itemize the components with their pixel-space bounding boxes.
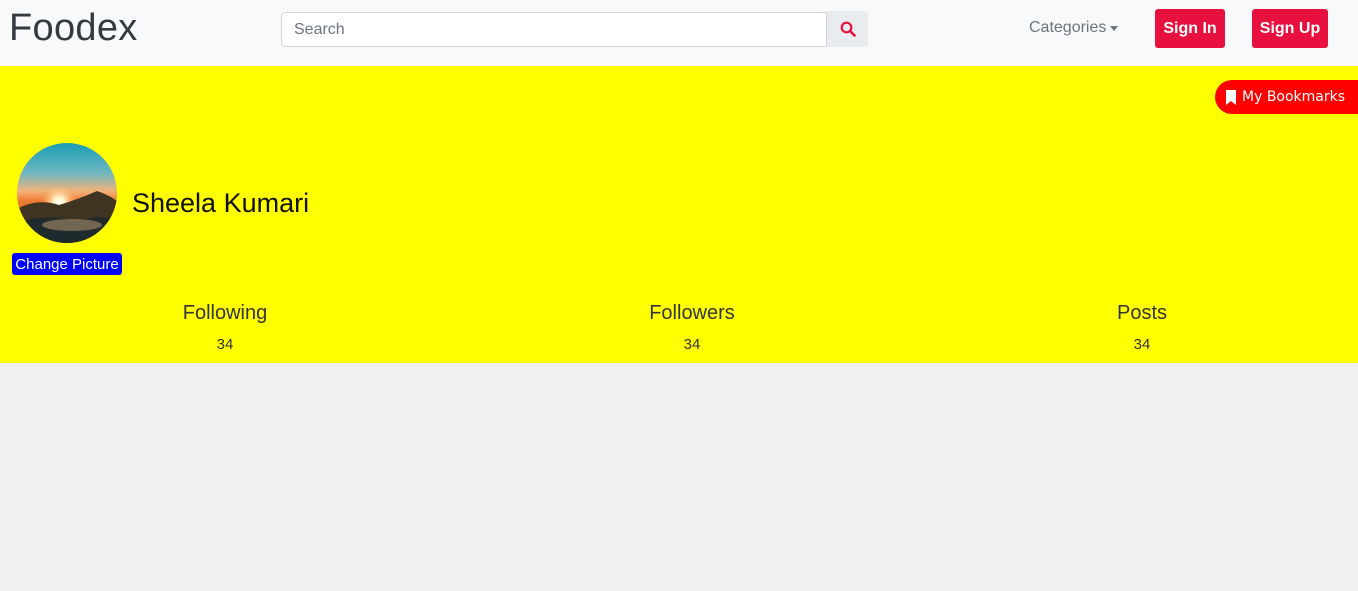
categories-dropdown[interactable]: Categories [1029,19,1119,37]
change-picture-button[interactable]: Change Picture [12,253,122,275]
stat-posts-label[interactable]: Posts [1117,302,1167,325]
caret-down-icon [1110,25,1119,31]
profile-header: My Bookmarks Sheela Kumari Change Pictur… [0,66,1358,363]
bookmark-icon [1226,89,1236,105]
stat-following-value: 34 [216,336,234,353]
navbar: Foodex Categories Sign In Sign Up [0,0,1358,66]
stat-followers-label[interactable]: Followers [649,302,735,325]
my-bookmarks-button[interactable]: My Bookmarks [1215,80,1358,114]
avatar [17,143,117,243]
sign-up-button[interactable]: Sign Up [1252,9,1328,48]
search-button[interactable] [827,11,868,47]
stat-followers-value: 34 [683,336,701,353]
profile-name: Sheela Kumari [132,188,310,218]
brand-logo[interactable]: Foodex [9,7,138,50]
categories-label: Categories [1029,19,1107,36]
my-bookmarks-label: My Bookmarks [1242,89,1346,105]
stat-posts-value: 34 [1133,336,1151,353]
search-input[interactable] [281,12,827,47]
sign-in-button[interactable]: Sign In [1155,9,1225,48]
stat-following-label[interactable]: Following [183,302,267,325]
search-icon [840,21,856,37]
